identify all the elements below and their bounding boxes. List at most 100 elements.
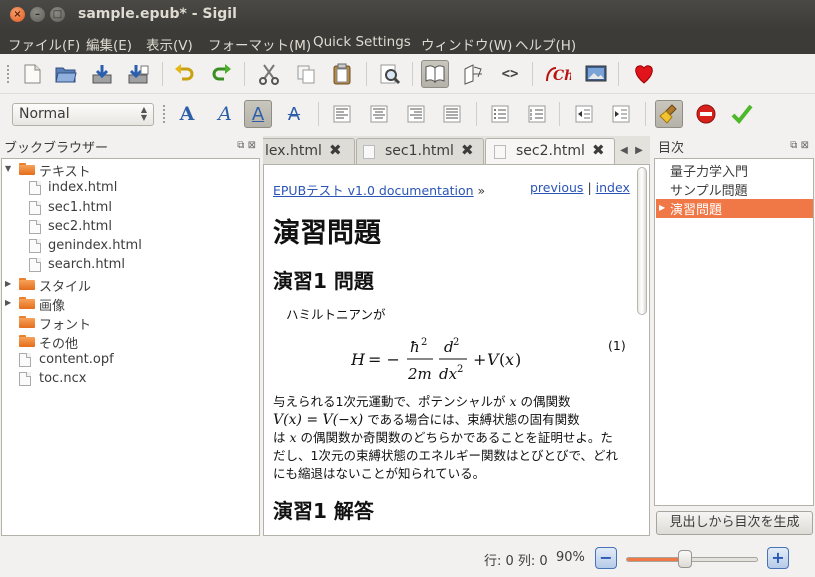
file-icon	[29, 220, 41, 234]
menu-window[interactable]: ウィンドウ(W)	[421, 34, 512, 54]
redo-icon[interactable]	[208, 60, 236, 88]
toc-item[interactable]: 量子力学入門	[656, 161, 813, 180]
document-scrollbar[interactable]	[637, 167, 647, 533]
tab-scroll-right-icon[interactable]: ▶	[632, 138, 646, 164]
tree-label: genindex.html	[48, 238, 142, 253]
strikethrough-icon[interactable]: A	[280, 100, 308, 128]
tab-scroll-left-icon[interactable]: ◀	[617, 138, 631, 164]
tree-label: content.opf	[39, 352, 114, 367]
zoom-slider-handle[interactable]	[678, 550, 692, 568]
paragraph-style-select[interactable]: Normal ▲ ▼	[12, 103, 154, 126]
close-tab-icon[interactable]: ✖	[329, 141, 342, 159]
open-folder-icon[interactable]	[52, 60, 80, 88]
tab-label: lex.html	[265, 143, 322, 159]
document-heading: 演習問題	[273, 218, 381, 249]
folder-icon	[19, 316, 35, 328]
zoom-slider[interactable]	[626, 557, 758, 562]
expand-right-icon[interactable]: ▶	[5, 298, 11, 307]
numbered-list-icon[interactable]	[523, 100, 551, 128]
tree-label: sec2.html	[48, 219, 112, 234]
zoom-in-button[interactable]: +	[767, 547, 789, 569]
document-scroll-thumb[interactable]	[637, 167, 647, 315]
book-view-icon[interactable]	[421, 60, 449, 88]
svg-text:x: x	[505, 350, 514, 369]
save-as-icon[interactable]	[124, 60, 152, 88]
svg-text:= −: = −	[368, 350, 400, 369]
previous-link[interactable]: previous	[530, 180, 583, 195]
folder-icon	[19, 297, 35, 309]
toolbar-separator	[162, 62, 163, 86]
close-window-button[interactable]: ×	[10, 7, 25, 22]
close-tab-icon[interactable]: ✖	[592, 141, 605, 159]
justify-icon[interactable]	[438, 100, 466, 128]
check-icon[interactable]	[728, 100, 756, 128]
copy-icon[interactable]	[292, 60, 320, 88]
tree-label: sec1.html	[48, 200, 112, 215]
toolbar-grip[interactable]	[162, 104, 166, 124]
toolbar-grip[interactable]	[6, 64, 10, 84]
maximize-window-button[interactable]: □	[50, 7, 65, 22]
close-panel-icon[interactable]: ⊠	[248, 140, 256, 151]
menu-format[interactable]: フォーマット(M)	[208, 34, 311, 54]
index-link[interactable]: index	[596, 180, 630, 195]
clean-broom-icon[interactable]	[655, 100, 683, 128]
menu-help[interactable]: ヘルプ(H)	[515, 34, 576, 54]
tree-label: テキスト	[39, 165, 91, 180]
main-toolbar: <> Ch	[0, 54, 815, 94]
find-icon[interactable]	[376, 60, 404, 88]
zoom-out-button[interactable]: −	[595, 547, 617, 569]
bold-icon[interactable]: A	[173, 100, 201, 128]
book-view-document[interactable]: EPUBテスト v1.0 documentation » previous | …	[263, 164, 650, 536]
toc-item-label: 演習問題	[670, 203, 723, 218]
menu-view[interactable]: 表示(V)	[146, 34, 193, 54]
align-center-icon[interactable]	[365, 100, 393, 128]
toc-item-selected[interactable]: ▶ 演習問題	[656, 199, 813, 218]
image-icon[interactable]	[582, 60, 610, 88]
problem-text-line1b: の偶関数	[520, 394, 571, 409]
tree-label: 画像	[39, 299, 66, 314]
spellcheck-icon[interactable]: Ch	[544, 60, 572, 88]
outdent-icon[interactable]	[570, 100, 598, 128]
save-icon[interactable]	[88, 60, 116, 88]
toolbar-separator	[412, 62, 413, 86]
problem-text-line3a: は	[273, 430, 286, 445]
align-right-icon[interactable]	[402, 100, 430, 128]
code-view-icon[interactable]: <>	[496, 60, 524, 88]
italic-icon[interactable]: A	[211, 100, 239, 128]
tab-sec1[interactable]: sec1.html ✖	[356, 138, 484, 164]
split-view-icon[interactable]	[459, 60, 487, 88]
doc-home-link[interactable]: EPUBテスト v1.0 documentation	[273, 183, 474, 198]
paste-icon[interactable]	[328, 60, 356, 88]
equation-number: (1)	[608, 338, 626, 353]
indent-icon[interactable]	[607, 100, 635, 128]
heart-icon[interactable]	[630, 60, 658, 88]
tab-sec2[interactable]: sec2.html ✖	[485, 138, 615, 164]
underline-icon[interactable]: A	[244, 100, 272, 128]
close-tab-icon[interactable]: ✖	[461, 141, 474, 159]
menu-edit[interactable]: 編集(E)	[86, 34, 132, 54]
undo-icon[interactable]	[170, 60, 198, 88]
close-panel-icon[interactable]: ⊠	[801, 140, 809, 151]
svg-text:ħ: ħ	[410, 338, 420, 356]
tree-label: スタイル	[39, 280, 92, 295]
minimize-window-button[interactable]: –	[30, 7, 45, 22]
stop-icon[interactable]	[692, 100, 720, 128]
new-file-icon[interactable]	[18, 60, 46, 88]
generate-toc-button[interactable]: 見出しから目次を生成	[656, 511, 813, 535]
expand-right-icon[interactable]: ▶	[659, 203, 665, 212]
toc-item[interactable]: サンプル問題	[656, 180, 813, 199]
menu-quick-settings[interactable]: Quick Settings	[313, 34, 411, 50]
expand-right-icon[interactable]: ▶	[5, 279, 11, 288]
float-panel-icon[interactable]: ⧉	[237, 140, 244, 151]
cut-icon[interactable]	[255, 60, 283, 88]
menu-file[interactable]: ファイル(F)	[8, 34, 80, 54]
tab-lex[interactable]: lex.html ✖	[263, 138, 355, 164]
math-vx-equation-icon: V(x) = V(−x)	[273, 412, 364, 428]
align-left-icon[interactable]	[328, 100, 356, 128]
window-title: sample.epub* - Sigil	[78, 6, 237, 22]
breadcrumb-separator: »	[477, 183, 486, 198]
float-panel-icon[interactable]: ⧉	[790, 140, 797, 151]
tab-label: sec2.html	[516, 143, 585, 159]
bullet-list-icon[interactable]	[486, 100, 514, 128]
expand-down-icon[interactable]: ▼	[5, 164, 11, 173]
